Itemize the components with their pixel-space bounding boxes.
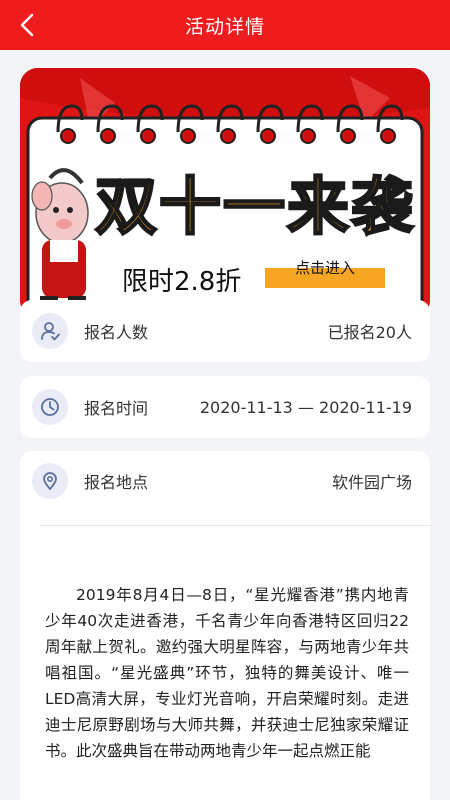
location-pin-icon: [32, 463, 68, 499]
clock-icon: [32, 389, 68, 425]
signup-time-value: 2020-11-13 — 2020-11-19: [199, 397, 412, 417]
signup-count-card: 报名人数 已报名20人: [20, 300, 430, 362]
signup-time-card: 报名时间 2020-11-13 — 2020-11-19: [20, 376, 430, 438]
signup-place-label: 报名地点: [84, 473, 149, 492]
activity-description: 2019年8月4日—8日，“星光耀香港”携内地青少年40次走进香港，千名青少年向…: [45, 586, 409, 760]
banner-headline: 双十一来袭: [95, 170, 415, 243]
signup-place-card: 报名地点 软件园广场 2019年8月4日—8日，“星光耀香港”携内地青少年40次…: [20, 451, 434, 800]
banner-cta-label: 点击进入: [295, 259, 355, 277]
signup-count-label: 报名人数: [84, 323, 149, 342]
back-button[interactable]: [12, 10, 42, 40]
chevron-left-icon: [20, 13, 34, 37]
page-title: 活动详情: [184, 15, 265, 38]
divider: [40, 525, 434, 526]
signup-count-value: 已报名20人: [327, 323, 412, 342]
signup-place-value: 软件园广场: [331, 473, 412, 492]
banner-discount: 限时2.8折: [122, 267, 241, 297]
promo-banner[interactable]: 双十一来袭 限时2.8折 点击进入: [20, 68, 430, 318]
top-bar: 活动详情: [0, 0, 450, 50]
signup-time-label: 报名时间: [84, 399, 149, 418]
user-check-icon: [32, 313, 68, 349]
